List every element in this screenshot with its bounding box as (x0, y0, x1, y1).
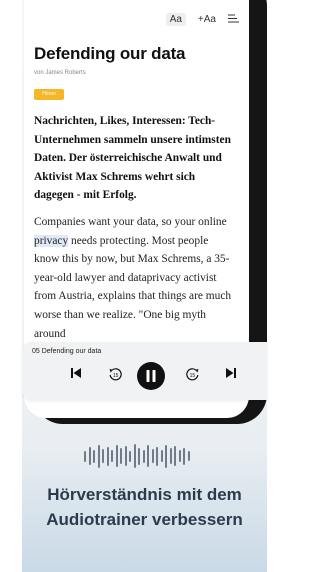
waveform-bar (84, 450, 86, 462)
waveform-bar (183, 447, 186, 465)
waveform-bar (97, 444, 100, 468)
skip-back-icon[interactable] (70, 367, 82, 379)
pause-icon (137, 362, 165, 390)
waveform-bar (169, 448, 172, 464)
waveform-bar (111, 450, 114, 462)
waveform-bar (93, 449, 96, 463)
waveform-graphic (84, 443, 190, 469)
waveform-bar (102, 449, 105, 463)
waveform-bar (106, 446, 109, 466)
body-text-end: needs protecting. Most people know this … (34, 234, 232, 340)
audio-player: 05 Defending our data 15 15 (22, 342, 267, 400)
highlighted-word[interactable]: privacy (34, 234, 69, 247)
waveform-bar (138, 447, 141, 465)
waveform-bar (156, 446, 159, 466)
waveform-bar (120, 448, 123, 464)
waveform-bar (133, 444, 136, 468)
headline-line-1: Hörverständnis mit dem (47, 485, 242, 504)
waveform-bar (129, 450, 132, 462)
headline-line-2: Audiotrainer verbessern (46, 509, 243, 529)
forward-15-icon[interactable]: 15 (185, 367, 200, 382)
body-text-start: Companies want your data, so your online (34, 216, 227, 228)
waveform-bar (88, 447, 91, 465)
article-title: Defending our data (34, 44, 186, 63)
svg-text:15: 15 (113, 373, 119, 379)
waveform-bar (160, 450, 163, 462)
waveform-bar (165, 444, 168, 468)
waveform-bar (124, 446, 127, 466)
waveform-bar (151, 449, 154, 463)
font-size-button[interactable]: Aa (165, 13, 186, 26)
track-title: 05 Defending our data (32, 348, 102, 355)
article-lead: Nachrichten, Likes, Interessen: Tech-Unt… (34, 115, 231, 202)
svg-text:15: 15 (190, 373, 196, 379)
waveform-bar (142, 449, 145, 463)
waveform-bar (178, 450, 181, 462)
rewind-15-icon[interactable]: 15 (108, 367, 123, 382)
audio-tag-badge: Hören (34, 89, 64, 100)
waveform-bar (115, 445, 118, 467)
waveform-bar (187, 451, 190, 461)
pause-button[interactable] (137, 362, 165, 390)
increase-font-button[interactable]: +Aa (198, 14, 216, 25)
waveform-bar (147, 445, 150, 467)
skip-forward-icon[interactable] (225, 367, 237, 379)
article-author: von James Roberts (34, 70, 86, 76)
list-icon[interactable] (228, 14, 239, 26)
promo-headline: Hörverständnis mit dem Audiotrainer verbe… (22, 483, 267, 532)
waveform-bar (174, 446, 177, 466)
reader-toolbar: Aa +Aa (165, 13, 239, 26)
article-body: Companies want your data, so your online… (34, 213, 234, 343)
